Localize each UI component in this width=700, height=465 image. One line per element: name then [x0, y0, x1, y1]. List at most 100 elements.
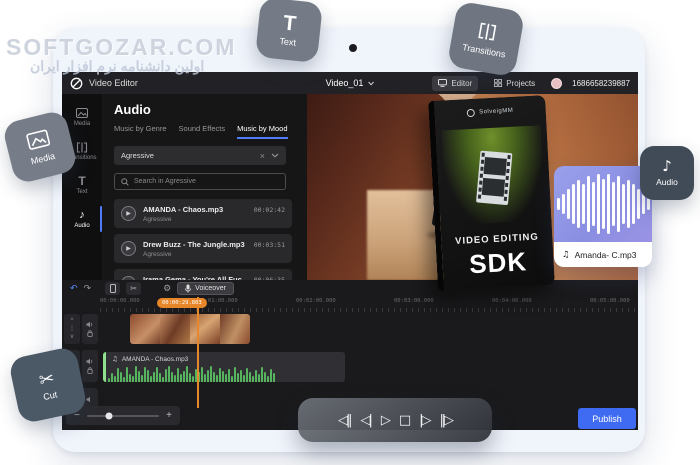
publish-button[interactable]: Publish [578, 408, 636, 429]
mood-filter-dropdown[interactable]: Agressive × [114, 146, 286, 165]
ruler-label: 00:05:00.000 [590, 298, 630, 304]
play-icon[interactable]: ▶ [121, 241, 136, 256]
audio-card-filename: Amanda- C.mp3 [575, 250, 637, 260]
redo-icon[interactable]: ↷ [84, 284, 92, 293]
tab-sound-effects[interactable]: Sound Effects [179, 124, 226, 139]
undo-icon[interactable]: ↶ [70, 284, 78, 293]
tool-sidebar: Media Transitions T Text ♪ Audio [62, 94, 102, 280]
play-button[interactable]: ▷ [381, 414, 389, 427]
skip-end-button[interactable]: ‖▷ [440, 414, 453, 427]
zoom-in-button[interactable]: + [166, 410, 172, 421]
project-name: Video_01 [326, 78, 364, 88]
zoom-slider[interactable] [87, 415, 159, 417]
voiceover-label: Voiceover [195, 285, 226, 292]
tab-music-by-mood[interactable]: Music by Mood [237, 124, 287, 139]
transitions-icon [476, 21, 499, 44]
track-options[interactable] [82, 350, 98, 382]
audio-tabs: Music by Genre Sound Effects Music by Mo… [114, 124, 297, 139]
sidebar-item-text[interactable]: T Text [62, 168, 102, 202]
step-forward-button[interactable]: |▷ [419, 414, 429, 427]
transport-bar: ◁‖ ◁| ▷ □ |▷ ‖▷ [298, 398, 492, 442]
transitions-icon [76, 142, 88, 154]
video-clip[interactable] [130, 314, 250, 344]
search-input[interactable]: Search in Agressive [114, 173, 286, 190]
song-item[interactable]: ▶ Irama Gema - You're All Fuc... 00:06:3… [114, 269, 292, 280]
audio-waveform [106, 366, 345, 382]
sdk-title-line2: SDK [442, 245, 554, 282]
media-icon [25, 128, 51, 153]
ruler-label: 00:04:00.000 [492, 298, 532, 304]
grid-icon [494, 79, 502, 87]
cut-tool-icon[interactable]: ✂ [126, 282, 141, 295]
brand-name: SolveigMM [479, 108, 513, 116]
stop-button[interactable]: □ [399, 414, 409, 427]
song-title: Drew Buzz - The Jungle.mp3 [143, 240, 245, 249]
text-icon: T [78, 176, 85, 188]
badge-label: Audio [656, 177, 678, 187]
song-item[interactable]: ▶ AMANDA - Chaos.mp3 00:02:42 Agressive [114, 199, 292, 228]
song-list: ▶ AMANDA - Chaos.mp3 00:02:42 Agressive … [114, 199, 297, 280]
badge-text: T Text [255, 0, 323, 63]
zoom-slider-knob[interactable] [105, 412, 112, 419]
song-item[interactable]: ▶ Drew Buzz - The Jungle.mp3 00:03:51 Ag… [114, 234, 292, 263]
audio-icon: ♪ [79, 210, 85, 222]
media-icon [76, 108, 88, 120]
app-logo-icon [70, 77, 83, 90]
ruler-label: 00:03:00.000 [394, 298, 434, 304]
audio-icon: ♪ [662, 159, 672, 174]
song-tag: Agressive [143, 216, 285, 223]
settings-gear-icon[interactable]: ⚙ [163, 284, 171, 293]
account-id: 1686658239887 [572, 79, 630, 88]
audio-track: ^⋮v [62, 348, 638, 384]
video-track: ^⋮v [62, 312, 638, 346]
editor-mode-button[interactable]: Editor [432, 76, 478, 91]
voiceover-button[interactable]: Voiceover [177, 282, 234, 295]
song-title: AMANDA - Chaos.mp3 [143, 205, 223, 214]
project-name-dropdown[interactable]: Video_01 [326, 78, 375, 88]
camera-dot [349, 44, 357, 52]
sidebar-item-audio[interactable]: ♪ Audio [62, 202, 102, 236]
song-duration: 00:03:51 [250, 241, 285, 249]
search-icon [121, 178, 129, 186]
tab-music-by-genre[interactable]: Music by Genre [114, 124, 167, 139]
audio-clip-label: AMANDA - Chaos.mp3 [122, 356, 188, 363]
music-note-icon: ♫ [112, 355, 118, 363]
monitor-icon [438, 79, 447, 87]
ruler-label: 00:00:00.000 [100, 298, 140, 304]
watermark-title: SOFTGOZAR.COM [6, 34, 236, 61]
projects-button[interactable]: Projects [488, 76, 541, 91]
speaker-icon [86, 321, 94, 328]
song-duration: 00:02:42 [250, 206, 285, 214]
chevron-down-icon [271, 153, 279, 158]
clear-filter-icon[interactable]: × [260, 151, 265, 161]
step-back-button[interactable]: ◁| [360, 414, 370, 427]
badge-label: Transitions [462, 42, 507, 59]
sdk-product-box: SolveigMM VIDEO EDITING [428, 95, 555, 291]
filmstrip-icon [470, 149, 517, 207]
ruler-label: 00:02:00.000 [296, 298, 336, 304]
track-options[interactable] [82, 314, 98, 344]
play-icon[interactable]: ▶ [121, 206, 136, 221]
audio-card-waveform [554, 166, 652, 242]
skip-start-button[interactable]: ◁‖ [338, 414, 351, 427]
track-reorder-handle[interactable]: ^⋮v [64, 314, 80, 344]
song-tag: Agressive [143, 251, 285, 258]
search-placeholder: Search in Agressive [134, 178, 196, 185]
video-editor-screen: Video Editor Video_01 Editor [62, 72, 638, 430]
account-avatar[interactable] [551, 78, 562, 89]
trim-tool-icon[interactable] [105, 282, 120, 295]
editor-header: Video Editor Video_01 Editor [62, 72, 638, 94]
track-header: ^⋮v [62, 312, 100, 346]
watermark-subtitle: اولین دانشنامه نرم افزار ایران [30, 58, 204, 75]
sidebar-item-label: Text [76, 189, 87, 195]
music-note-icon: ♫ [562, 250, 570, 260]
speaker-icon [86, 396, 94, 403]
playhead-time-badge[interactable]: 00:00:29.803 [157, 298, 207, 308]
badge-label: Cut [42, 389, 58, 402]
timeline-ruler[interactable]: 00:00:00.000 00:01:00.000 00:02:00.000 0… [62, 297, 638, 312]
audio-clip[interactable]: ♫ AMANDA - Chaos.mp3 [103, 352, 345, 382]
projects-label: Projects [506, 79, 535, 88]
playhead-line[interactable] [197, 297, 199, 408]
brand-logo-icon [467, 109, 475, 117]
sidebar-item-label: Media [74, 121, 90, 127]
